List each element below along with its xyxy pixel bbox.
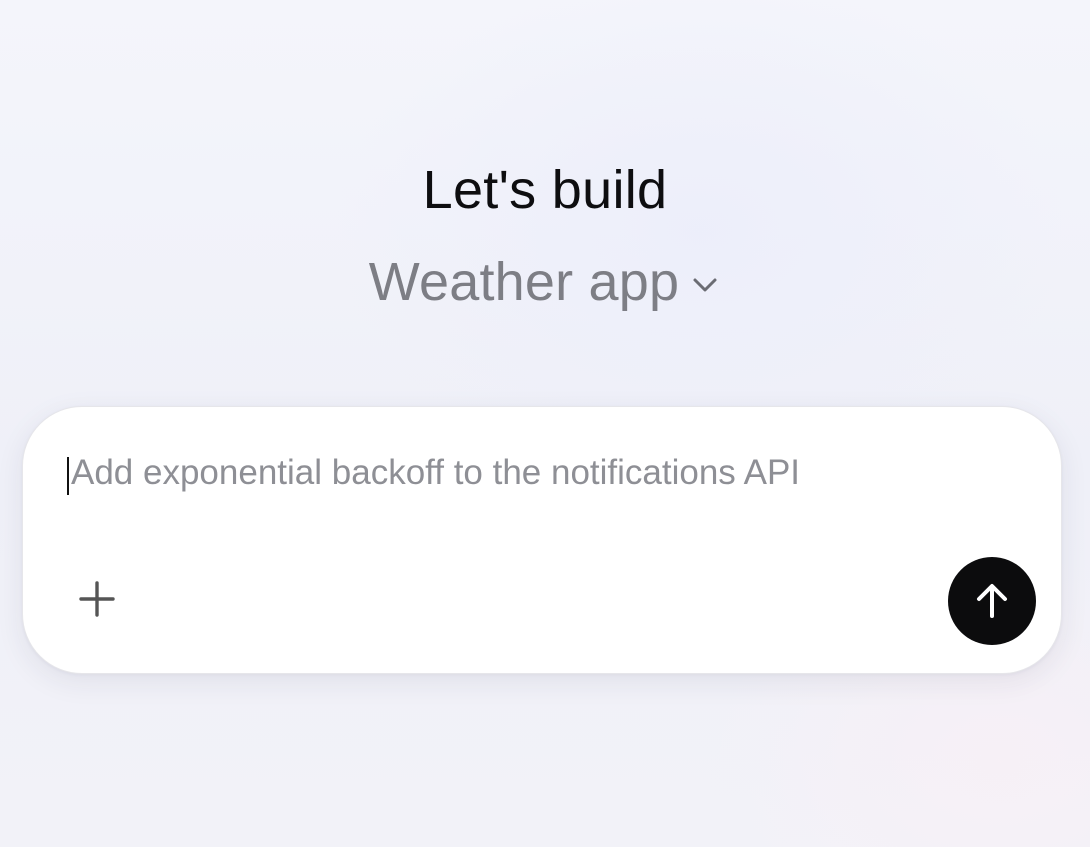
project-selector[interactable]: Weather app [0, 250, 1090, 314]
prompt-composer [22, 406, 1062, 674]
chevron-down-icon [689, 269, 721, 301]
project-selector-label: Weather app [368, 252, 680, 312]
add-attachment-button[interactable] [71, 573, 123, 625]
plus-icon [79, 581, 115, 617]
arrow-up-icon [977, 584, 1007, 618]
prompt-input[interactable] [67, 449, 1007, 497]
page-title: Let's build [422, 160, 668, 220]
send-button[interactable] [948, 557, 1036, 645]
